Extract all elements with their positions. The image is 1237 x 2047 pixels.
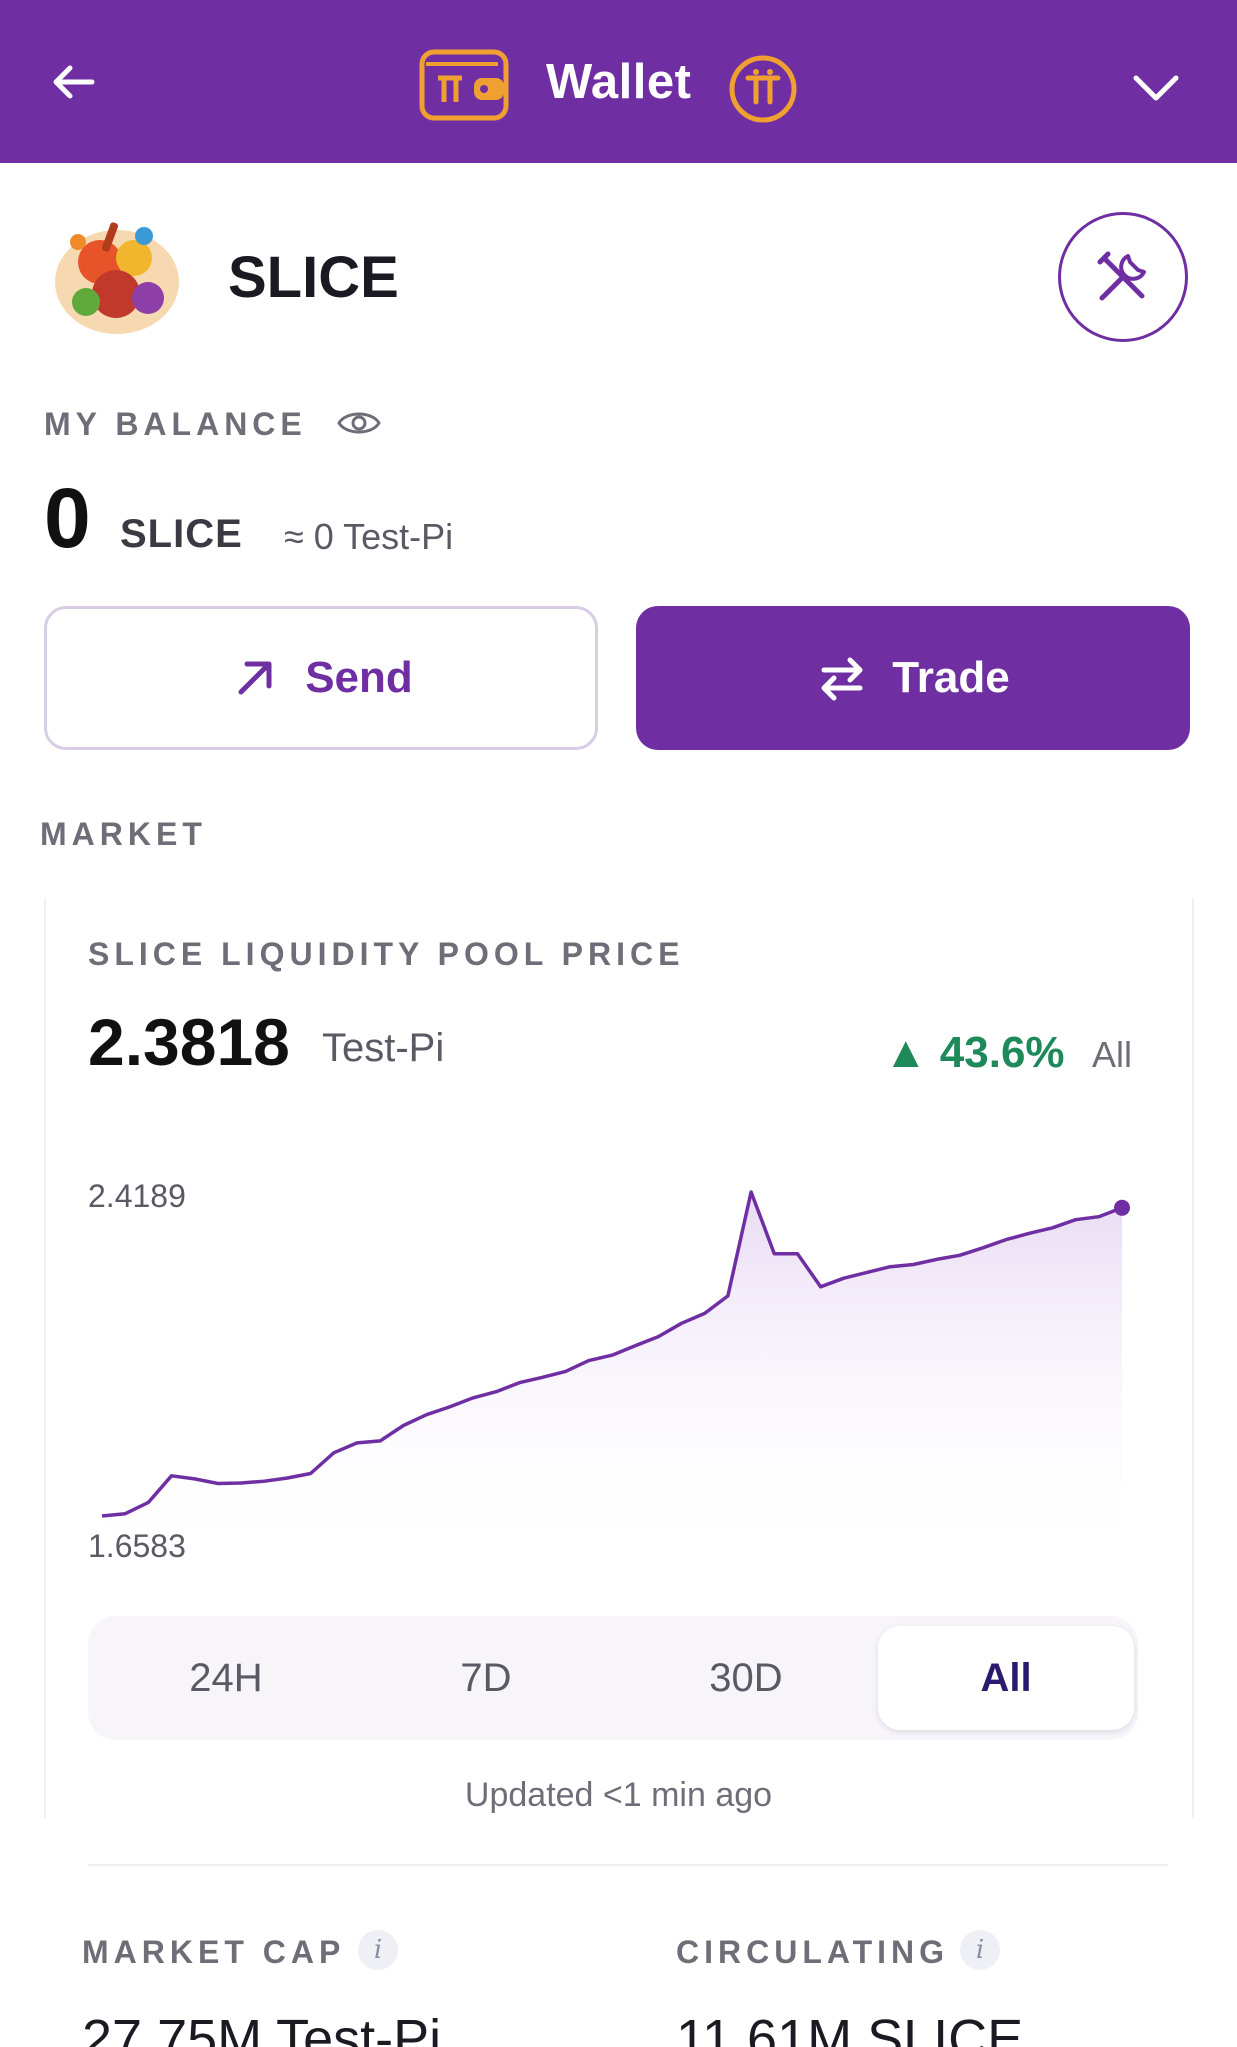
circulating-value: 11.61M SLICE — [676, 2009, 1024, 2047]
app-header: Wallet — [0, 0, 1237, 163]
market-cap-label: MARKET CAP — [82, 1934, 346, 1970]
chart-axis-max: 2.4189 — [88, 1178, 186, 1214]
time-range-selector: 24H 7D 30D All — [88, 1616, 1138, 1740]
slice-token-logo — [55, 222, 179, 334]
token-settings-button[interactable] — [1058, 212, 1188, 342]
price-change: ▲ 43.6% — [884, 1028, 1065, 1077]
range-tab-all[interactable]: All — [878, 1626, 1134, 1730]
range-tab-24h[interactable]: 24H — [98, 1626, 354, 1730]
market-section-label: MARKET — [40, 816, 207, 852]
token-name: SLICE — [228, 245, 399, 310]
eye-icon[interactable] — [336, 406, 382, 440]
swap-arrows-icon — [821, 657, 863, 701]
wallet-icon — [419, 49, 509, 121]
range-tab-30d[interactable]: 30D — [618, 1626, 874, 1730]
back-arrow-icon[interactable] — [44, 52, 104, 112]
chevron-down-icon[interactable] — [1126, 58, 1186, 118]
circulating-info-icon[interactable]: i — [960, 1930, 1000, 1970]
range-tab-7d[interactable]: 7D — [358, 1626, 614, 1730]
send-button-label: Send — [305, 653, 413, 702]
circulating-label: CIRCULATING — [676, 1934, 950, 1970]
balance-approx-value: ≈ 0 Test-Pi — [284, 516, 454, 557]
pi-coin-icon — [729, 55, 797, 123]
send-button[interactable]: Send — [44, 606, 598, 750]
pool-price-label: SLICE LIQUIDITY POOL PRICE — [88, 936, 685, 972]
last-updated-text: Updated <1 min ago — [464, 1776, 773, 1814]
balance-unit: SLICE — [120, 512, 243, 556]
trade-button-label: Trade — [892, 653, 1010, 702]
tools-icon — [1097, 251, 1146, 301]
balance-label: MY BALANCE — [44, 406, 307, 442]
send-arrow-icon — [238, 661, 272, 695]
pool-price-unit: Test-Pi — [322, 1026, 445, 1070]
pool-price-value: 2.3818 — [88, 1005, 290, 1079]
chart-axis-min: 1.6583 — [88, 1528, 186, 1564]
market-cap-info-icon[interactable]: i — [358, 1930, 398, 1970]
market-cap-value: 27.75M Test-Pi — [82, 2009, 442, 2047]
trade-button[interactable]: Trade — [636, 606, 1190, 750]
divider — [88, 1864, 1168, 1866]
price-change-period: All — [1092, 1034, 1133, 1075]
balance-amount: 0 — [44, 471, 91, 565]
header-title: Wallet — [546, 55, 692, 109]
